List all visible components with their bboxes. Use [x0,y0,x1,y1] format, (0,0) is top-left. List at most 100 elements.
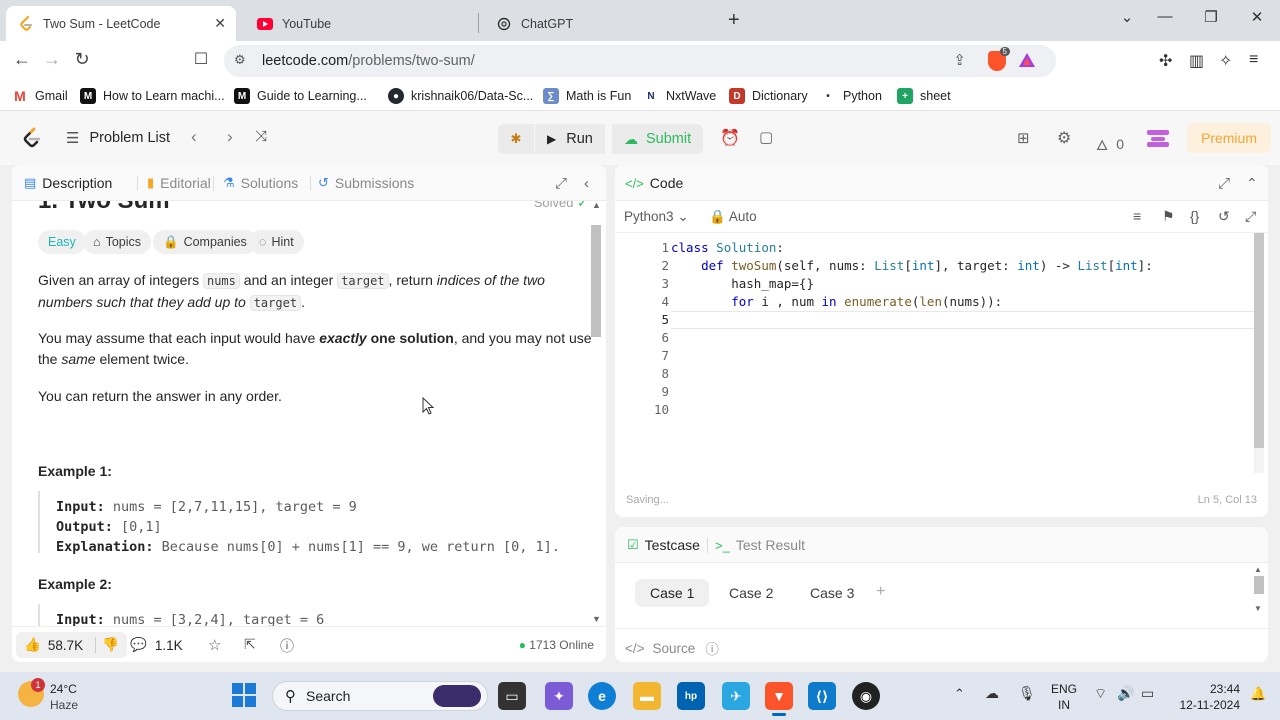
submit-button[interactable]: ☁ Submit [612,124,704,154]
clock[interactable]: 23:44 12-11-2024 [1174,681,1241,713]
new-tab-button[interactable]: + [728,9,740,32]
back-button[interactable]: ← [10,49,34,70]
tab-submissions[interactable]: ↺ Submissions [318,175,414,191]
run-button[interactable]: ▶ Run [535,124,605,154]
leetcode-logo-icon[interactable] [22,127,42,149]
scroll-thumb[interactable] [1254,233,1264,448]
fullscreen-icon[interactable]: ⤢ [1245,208,1256,225]
maximize-icon[interactable]: ⤢ [555,175,567,192]
forward-button[interactable]: → [40,49,64,70]
comments-button[interactable]: 💬 1.1K [130,637,183,653]
next-problem-button[interactable]: › [227,127,233,147]
task-view-icon[interactable]: ▭ [498,682,526,710]
telegram-icon[interactable]: ✈ [722,682,750,710]
settings-icon[interactable]: ⚙ [1057,128,1071,148]
tab-editorial[interactable]: ▮ Editorial [147,175,211,191]
windows-start-icon[interactable] [232,683,258,709]
add-case-icon[interactable]: + [876,583,885,601]
bookmark-icon[interactable]: ☐ [189,49,213,69]
notifications-icon[interactable]: 🔔 [1250,686,1266,702]
case-2-tab[interactable]: Case 2 [714,579,788,607]
braces-icon[interactable]: {} [1190,208,1199,224]
case-3-tab[interactable]: Case 3 [795,579,869,607]
bookmark-learn-ml[interactable]: M How to Learn machi... [80,88,225,104]
collapse-icon[interactable]: ‹ [584,175,589,192]
scroll-up-icon[interactable]: ▲ [1254,565,1264,574]
star-icon[interactable]: ☆ [208,636,221,654]
file-explorer-icon[interactable]: ▬ [633,682,661,710]
show-hidden-icons[interactable]: ⌃ [954,686,965,702]
sidebar-icon[interactable]: ▥ [1189,51,1204,71]
share-icon[interactable]: ⇱ [244,636,256,653]
tab-chatgpt[interactable]: ChatGPT [484,6,714,41]
notes-icon[interactable]: ▢ [759,128,773,146]
scroll-up-icon[interactable]: ▲ [592,200,601,210]
bookmark-nxtwave[interactable]: N NxtWave [643,88,716,104]
restore-button[interactable]: ❐ [1188,8,1234,26]
maximize-icon[interactable]: ⤢ [1218,175,1230,192]
auto-mode-toggle[interactable]: 🔒 Auto [709,209,757,225]
shuffle-icon[interactable]: ⤨ [255,128,267,145]
format-icon[interactable]: ≡ [1133,208,1141,224]
leo-ai-icon[interactable]: ✧ [1219,51,1232,71]
battery-icon[interactable]: ▭ [1141,685,1154,702]
difficulty-badge[interactable]: Easy [38,230,86,254]
weather-widget[interactable]: 24°C Haze [50,681,78,713]
myhp-icon[interactable]: hp [677,682,705,710]
brave-rewards-icon[interactable] [1018,52,1036,72]
minimize-button[interactable]: — [1142,8,1188,25]
language-indicator[interactable]: ENG IN [1051,681,1077,713]
help-icon[interactable]: ⓘ [705,638,719,658]
tab-youtube[interactable]: YouTube [245,6,475,41]
tab-code[interactable]: </> Code [625,175,683,191]
obs-icon[interactable]: ◉ [852,682,880,710]
topics-chip[interactable]: ⌂ Topics [83,230,151,254]
extensions-icon[interactable]: ✣ [1159,51,1172,71]
case-1-tab[interactable]: Case 1 [635,579,710,607]
scroll-thumb[interactable] [591,225,601,337]
hint-chip[interactable]: ◌ Hint [249,230,304,254]
debug-button[interactable]: ✱ [498,124,534,154]
onedrive-icon[interactable]: ☁ [985,685,999,702]
bookmark-guide[interactable]: M Guide to Learning... [234,88,367,104]
testcase-scrollbar[interactable]: ▲ ▼ [1254,565,1264,621]
bookmark-gmail[interactable]: M Gmail [12,88,68,104]
bookmark-dictionary[interactable]: D Dictionary [729,88,808,104]
vscode-icon[interactable]: ⟨⟩ [808,682,836,710]
thumbs-down-icon[interactable]: 👎 [95,637,119,653]
tab-two-sum[interactable]: Two Sum - LeetCode ✕ [6,6,236,41]
bookmark-krishnaik[interactable]: ● krishnaik06/Data-Sc... [388,88,533,104]
wifi-icon[interactable]: ⌔ [1094,685,1107,703]
reload-button[interactable]: ↻ [70,49,94,70]
share-icon[interactable]: ⇪ [953,51,966,69]
taskbar-search[interactable]: ⚲ Search [272,681,488,711]
code-editor[interactable]: class Solution: def twoSum(self, nums: L… [671,239,1254,419]
bookmark-mathisfun[interactable]: ∑ Math is Fun [543,88,631,104]
tab-description[interactable]: ▤ Description [24,175,112,191]
language-select[interactable]: Python3 ⌄ [624,209,689,225]
brave-icon[interactable]: ▼ [765,682,793,710]
prev-problem-button[interactable]: ‹ [191,127,197,147]
tab-test-result[interactable]: >_ Test Result [715,537,805,553]
bookmark-icon[interactable]: ⚑ [1162,208,1175,225]
streak-counter[interactable]: 🜂 0 [1096,129,1124,158]
collapse-icon[interactable]: ⌃ [1246,175,1258,192]
close-window-button[interactable]: ✕ [1234,8,1280,26]
tab-solutions[interactable]: ⚗ Solutions [223,175,298,191]
premium-button[interactable]: Premium [1187,123,1271,153]
site-info-icon[interactable]: ⚙ [234,52,246,68]
description-scrollbar[interactable]: ▲ ▼ [589,200,603,624]
like-button[interactable]: 👍 58.7K 👎 [16,632,127,658]
avatar[interactable] [1147,128,1169,148]
source-button[interactable]: </> Source ⓘ [625,638,719,658]
bookmark-python[interactable]: • Python [820,88,882,104]
url-field[interactable]: ⚙ leetcode.com/problems/two-sum/ ⇪ 5 [224,45,1056,77]
copilot-icon[interactable]: ✦ [545,682,573,710]
timer-icon[interactable]: ⏰ [720,128,740,148]
editor-scrollbar[interactable] [1254,233,1264,473]
tab-testcase[interactable]: ☑ Testcase [627,537,700,553]
microphone-icon[interactable]: 🎙 [1018,685,1036,702]
help-icon[interactable]: ⓘ [280,636,294,656]
problem-list-button[interactable]: ☰ Problem List [66,129,170,147]
layout-icon[interactable]: ⊞ [1017,129,1030,147]
